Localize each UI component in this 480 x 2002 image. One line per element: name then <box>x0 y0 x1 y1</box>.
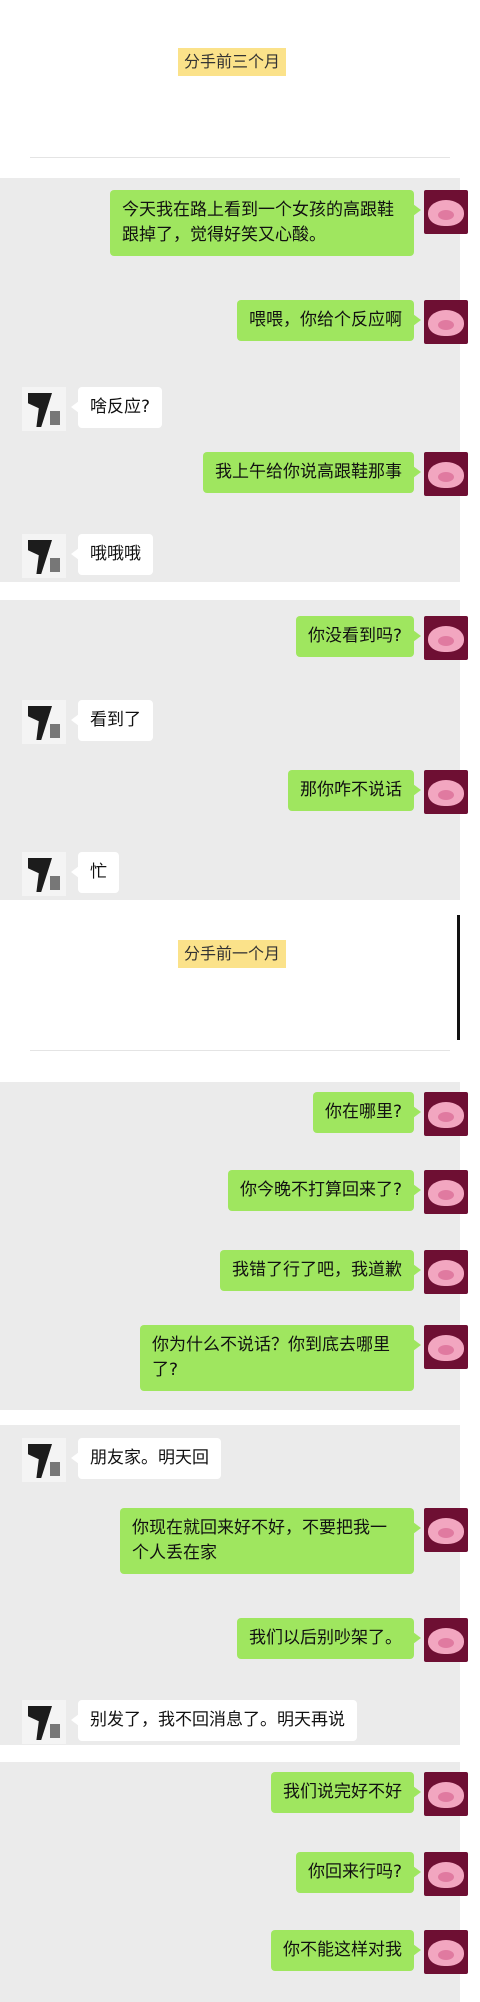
pig-avatar-icon[interactable] <box>424 1092 468 1136</box>
section-divider <box>30 157 450 158</box>
message-row: 忙 <box>22 852 119 896</box>
message-row: 你现在就回来好不好，不要把我一个人丢在家 <box>120 1508 468 1574</box>
pig-avatar-icon[interactable] <box>424 1852 468 1896</box>
message-bubble[interactable]: 你今晚不打算回来了? <box>227 1170 422 1211</box>
message-row: 啥反应? <box>22 387 163 431</box>
message-row: 我们说完好不好 <box>271 1772 468 1816</box>
contact-avatar-icon[interactable] <box>22 852 66 896</box>
message-row: 今天我在路上看到一个女孩的高跟鞋跟掉了，觉得好笑又心酸。 <box>110 190 468 256</box>
message-bubble[interactable]: 喂喂，你给个反应啊 <box>237 300 421 341</box>
message-bubble[interactable]: 我们以后别吵架了。 <box>237 1618 421 1659</box>
pig-avatar-icon[interactable] <box>424 1250 468 1294</box>
message-row: 你为什么不说话？你到底去哪里了? <box>140 1325 468 1391</box>
message-bubble[interactable]: 今天我在路上看到一个女孩的高跟鞋跟掉了，觉得好笑又心酸。 <box>110 190 421 256</box>
section-divider <box>30 1050 450 1051</box>
contact-avatar-icon[interactable] <box>22 1438 66 1482</box>
message-row: 看到了 <box>22 700 153 744</box>
message-bubble[interactable]: 朋友家。明天回 <box>71 1438 221 1479</box>
message-bubble[interactable]: 别发了，我不回消息了。明天再说 <box>71 1700 357 1741</box>
pig-avatar-icon[interactable] <box>424 1170 468 1214</box>
message-row: 你不能这样对我 <box>271 1930 468 1974</box>
message-row: 你今晚不打算回来了? <box>227 1170 468 1214</box>
message-row: 哦哦哦 <box>22 534 153 578</box>
pig-avatar-icon[interactable] <box>424 1508 468 1552</box>
message-row: 我上午给你说高跟鞋那事 <box>203 452 468 496</box>
message-bubble[interactable]: 我上午给你说高跟鞋那事 <box>203 452 421 493</box>
message-bubble[interactable]: 你没看到吗? <box>295 616 422 657</box>
message-bubble[interactable]: 你不能这样对我 <box>271 1930 421 1971</box>
message-bubble[interactable]: 你在哪里? <box>312 1092 422 1133</box>
pig-avatar-icon[interactable] <box>424 190 468 234</box>
message-row: 我们以后别吵架了。 <box>237 1618 468 1662</box>
message-bubble[interactable]: 你为什么不说话？你到底去哪里了? <box>140 1325 421 1391</box>
message-bubble[interactable]: 你回来行吗? <box>295 1852 422 1893</box>
message-row: 你在哪里? <box>312 1092 468 1136</box>
contact-avatar-icon[interactable] <box>22 1700 66 1744</box>
contact-avatar-icon[interactable] <box>22 387 66 431</box>
message-bubble[interactable]: 我们说完好不好 <box>271 1772 421 1813</box>
message-row: 我错了行了吧，我道歉 <box>220 1250 468 1294</box>
contact-avatar-icon[interactable] <box>22 534 66 578</box>
message-bubble[interactable]: 那你咋不说话 <box>288 770 421 811</box>
contact-avatar-icon[interactable] <box>22 700 66 744</box>
pig-avatar-icon[interactable] <box>424 1618 468 1662</box>
pig-avatar-icon[interactable] <box>424 300 468 344</box>
message-bubble[interactable]: 我错了行了吧，我道歉 <box>220 1250 421 1291</box>
message-bubble[interactable]: 啥反应? <box>70 387 163 428</box>
message-row: 朋友家。明天回 <box>22 1438 221 1482</box>
pig-avatar-icon[interactable] <box>424 1772 468 1816</box>
section-tag: 分手前三个月 <box>178 48 287 76</box>
message-row: 你没看到吗? <box>295 616 468 660</box>
message-bubble[interactable]: 哦哦哦 <box>71 534 153 575</box>
message-bubble[interactable]: 忙 <box>71 852 119 893</box>
pig-avatar-icon[interactable] <box>424 1325 468 1369</box>
pig-avatar-icon[interactable] <box>424 616 468 660</box>
message-row: 喂喂，你给个反应啊 <box>237 300 468 344</box>
section-tag: 分手前一个月 <box>178 940 287 968</box>
message-row: 那你咋不说话 <box>288 770 468 814</box>
scrollbar[interactable] <box>457 915 460 1040</box>
message-bubble[interactable]: 你现在就回来好不好，不要把我一个人丢在家 <box>120 1508 421 1574</box>
pig-avatar-icon[interactable] <box>424 1930 468 1974</box>
pig-avatar-icon[interactable] <box>424 770 468 814</box>
message-row: 你回来行吗? <box>295 1852 468 1896</box>
pig-avatar-icon[interactable] <box>424 452 468 496</box>
message-bubble[interactable]: 看到了 <box>71 700 153 741</box>
message-row: 别发了，我不回消息了。明天再说 <box>22 1700 357 1744</box>
